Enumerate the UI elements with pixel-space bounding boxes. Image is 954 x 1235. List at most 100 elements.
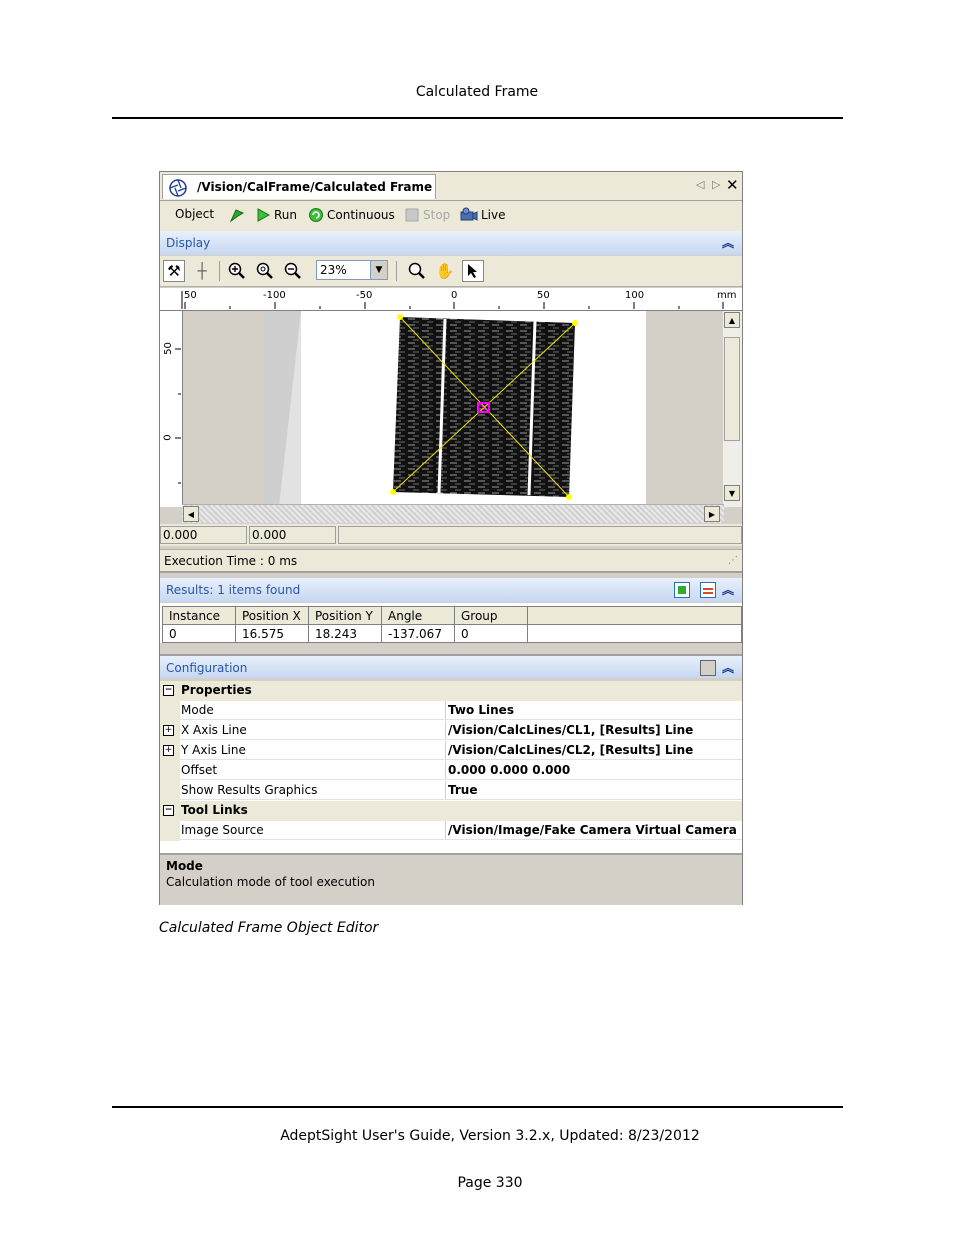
- vertical-scroll-thumb[interactable]: [724, 337, 740, 441]
- property-row-y-axis-line[interactable]: + Y Axis Line /Vision/CalcLines/CL2, [Re…: [160, 741, 742, 761]
- flag-button[interactable]: [228, 207, 244, 223]
- page-header-title: Calculated Frame: [415, 84, 539, 100]
- collapse-chevron-icon[interactable]: ︽: [722, 656, 734, 680]
- green-flag-icon: [229, 209, 244, 223]
- run-button[interactable]: Run: [255, 207, 297, 223]
- display-toolbar: ⚒ ┼ 23% ▼ ✋: [160, 256, 742, 287]
- aperture-icon: [169, 179, 187, 197]
- ruler-top-label: 100: [625, 290, 645, 301]
- execution-time-bar: Execution Time : 0 ms ⋰: [160, 549, 742, 573]
- zoom-fit-button[interactable]: [254, 260, 276, 282]
- hammer-wrench-icon: ⚒: [167, 262, 181, 280]
- collapse-chevron-icon[interactable]: ︽: [722, 578, 734, 602]
- close-icon[interactable]: ✕: [726, 176, 739, 194]
- scroll-down-icon[interactable]: ▼: [724, 485, 740, 501]
- footer-text: AdeptSight User's Guide, Version 3.2.x, …: [280, 1128, 700, 1144]
- zoom-in-button[interactable]: [226, 260, 248, 282]
- crosshair-button[interactable]: ┼: [191, 260, 213, 282]
- run-label: Run: [274, 208, 298, 222]
- property-value[interactable]: Two Lines: [445, 701, 742, 720]
- property-value[interactable]: /Vision/CalcLines/CL2, [Results] Line: [445, 741, 742, 760]
- property-row-show-results-graphics[interactable]: Show Results Graphics True: [160, 781, 742, 801]
- zoom-select[interactable]: 23% ▼: [316, 260, 388, 280]
- play-icon: [257, 208, 271, 222]
- table-row[interactable]: 0 16.575 18.243 -137.067 0: [162, 624, 742, 643]
- property-value[interactable]: /Vision/Image/Fake Camera Virtual Camera: [445, 821, 742, 840]
- configuration-section-header[interactable]: Configuration ︽: [160, 654, 742, 678]
- pan-button[interactable]: ✋: [434, 260, 456, 282]
- property-row-mode[interactable]: Mode Two Lines: [160, 701, 742, 721]
- column-header[interactable]: Position X: [235, 606, 309, 625]
- stop-button[interactable]: Stop: [404, 207, 450, 223]
- expand-plus-icon[interactable]: +: [163, 725, 174, 736]
- collapse-minus-icon[interactable]: −: [163, 805, 174, 816]
- tools-button[interactable]: ⚒: [163, 260, 185, 282]
- property-row-offset[interactable]: Offset 0.000 0.000 0.000: [160, 761, 742, 781]
- property-label: Show Results Graphics: [180, 781, 444, 800]
- toolbar-separator: [219, 261, 220, 281]
- hand-icon: ✋: [435, 262, 455, 280]
- camera-icon: [460, 207, 478, 221]
- column-header[interactable]: Position Y: [308, 606, 382, 625]
- results-grid-icon[interactable]: [700, 582, 716, 598]
- select-pointer-button[interactable]: [462, 260, 484, 282]
- object-menu-button[interactable]: Object: [175, 207, 214, 221]
- display-section-header[interactable]: Display ︽: [160, 231, 742, 255]
- toolbar-separator: [396, 261, 397, 281]
- ruler-top-label: 0: [451, 290, 458, 301]
- column-header[interactable]: Instance: [162, 606, 236, 625]
- column-header[interactable]: Angle: [381, 606, 455, 625]
- property-row-x-axis-line[interactable]: + X Axis Line /Vision/CalcLines/CL1, [Re…: [160, 721, 742, 741]
- vertical-scrollbar[interactable]: ▲ ▼: [723, 311, 742, 507]
- pointer-arrow-icon: [468, 264, 477, 278]
- object-editor-window: /Vision/CalFrame/Calculated Frame ◁ ▷ ✕ …: [159, 171, 743, 905]
- display-section-label: Display: [166, 236, 211, 250]
- results-table-area: Instance Position X Position Y Angle Gro…: [160, 603, 742, 643]
- ruler-top-label: -50: [356, 290, 373, 301]
- category-label: Properties: [181, 683, 252, 697]
- horizontal-scrollbar[interactable]: ◀ ▶: [182, 504, 724, 523]
- zoom-fit-icon: [256, 262, 273, 279]
- collapse-chevron-icon[interactable]: ︽: [722, 231, 734, 255]
- stop-icon: [405, 208, 419, 222]
- property-label: X Axis Line: [180, 721, 444, 740]
- results-section-header[interactable]: Results: 1 items found ︽: [160, 578, 742, 602]
- ruler-left: 50 0: [160, 311, 183, 507]
- magnifier-button[interactable]: [406, 260, 428, 282]
- category-tool-links[interactable]: − Tool Links: [160, 801, 742, 821]
- category-label: Tool Links: [181, 803, 248, 817]
- property-row-image-source[interactable]: Image Source /Vision/Image/Fake Camera V…: [160, 821, 742, 841]
- dropdown-arrow-icon[interactable]: ▼: [370, 261, 387, 279]
- scroll-up-icon[interactable]: ▲: [724, 312, 740, 328]
- property-value[interactable]: 0.000 0.000 0.000: [445, 761, 742, 780]
- live-button[interactable]: Live: [460, 207, 506, 223]
- footer-rule: [112, 1106, 843, 1108]
- scroll-right-icon[interactable]: ▶: [704, 506, 720, 522]
- ruler-left-ticks: [175, 348, 181, 484]
- property-pages-icon[interactable]: [700, 660, 716, 676]
- tab-title: /Vision/CalFrame/Calculated Frame: [197, 180, 433, 194]
- coord-y-value: 0.000: [252, 528, 287, 542]
- resize-grip-icon[interactable]: ⋰: [728, 550, 738, 572]
- object-label: Object: [175, 207, 215, 221]
- tab-next-icon[interactable]: ▷: [712, 178, 720, 191]
- export-results-icon[interactable]: [674, 582, 690, 598]
- column-header[interactable]: Group: [454, 606, 528, 625]
- expand-plus-icon[interactable]: +: [163, 745, 174, 756]
- category-properties[interactable]: − Properties: [160, 681, 742, 701]
- collapse-minus-icon[interactable]: −: [163, 685, 174, 696]
- property-value[interactable]: True: [445, 781, 742, 800]
- property-label: Mode: [180, 701, 444, 720]
- zoom-in-icon: [228, 262, 245, 279]
- figure-caption: Calculated Frame Object Editor: [159, 920, 379, 936]
- ruler-top-label: 50: [537, 290, 550, 301]
- continuous-button[interactable]: Continuous: [308, 207, 395, 223]
- tab-prev-icon[interactable]: ◁: [696, 178, 704, 191]
- tab-calculated-frame[interactable]: /Vision/CalFrame/Calculated Frame: [162, 174, 436, 199]
- image-display-canvas[interactable]: [183, 311, 723, 507]
- ruler-top-label: -100: [263, 290, 286, 301]
- scroll-left-icon[interactable]: ◀: [183, 506, 199, 522]
- zoom-out-button[interactable]: [282, 260, 304, 282]
- property-value[interactable]: /Vision/CalcLines/CL1, [Results] Line: [445, 721, 742, 740]
- column-header-filler: [527, 606, 742, 625]
